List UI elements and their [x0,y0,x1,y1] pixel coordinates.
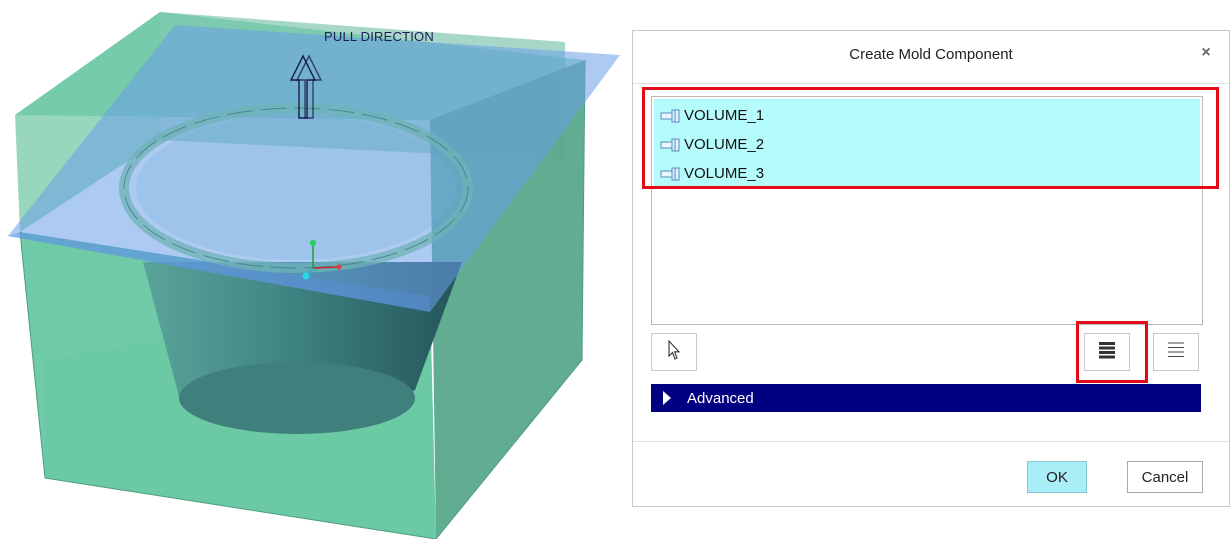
cursor-arrow-icon [666,339,682,366]
create-mold-component-dialog: Create Mold Component × VOLUME_1 VOLUME_… [632,30,1230,507]
list-item-volume-1[interactable]: VOLUME_1 [660,102,764,128]
list-item-volume-2[interactable]: VOLUME_2 [660,131,764,157]
cancel-button[interactable]: Cancel [1127,461,1203,493]
list-item-volume-3[interactable]: VOLUME_3 [660,160,764,186]
mold-model-graphic [8,12,620,540]
select-button[interactable] [651,333,697,371]
title-divider [633,83,1229,84]
ok-button[interactable]: OK [1027,461,1087,493]
dialog-title: Create Mold Component [849,46,1013,63]
list-item-label: VOLUME_2 [684,135,765,153]
volume-icon [660,165,682,181]
close-icon[interactable]: × [1197,44,1215,62]
model-viewport[interactable]: PULL DIRECTION [0,0,625,540]
select-all-button[interactable] [1084,333,1130,371]
footer-divider [633,441,1229,442]
volume-list[interactable]: VOLUME_1 VOLUME_2 VOLUME_3 [651,96,1203,325]
list-item-label: VOLUME_1 [684,106,765,124]
advanced-label: Advanced [687,389,754,407]
select-all-icon [1097,341,1117,364]
expand-triangle-icon [663,391,671,405]
advanced-section-toggle[interactable]: Advanced [651,384,1201,412]
list-item-label: VOLUME_3 [684,164,765,182]
deselect-all-button[interactable] [1153,333,1199,371]
deselect-all-icon [1166,341,1186,364]
volume-icon [660,107,682,123]
volume-icon [660,136,682,152]
pull-direction-label: PULL DIRECTION [324,29,434,44]
